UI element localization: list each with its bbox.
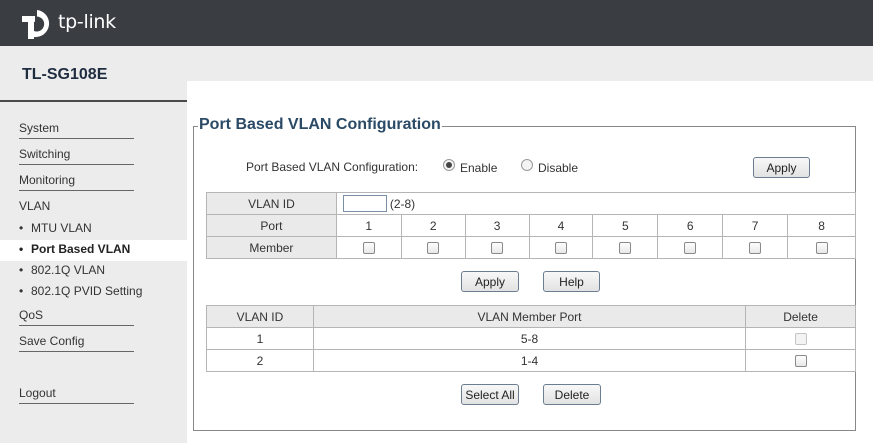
port-number: 4 <box>528 214 594 237</box>
sidebar-item-system[interactable]: System <box>19 121 134 139</box>
sidebar-subitem-label: 802.1Q VLAN <box>31 263 106 277</box>
row-member-port: 1-4 <box>312 349 747 372</box>
table-row: 2 1-4 <box>206 349 856 372</box>
section-title: Port Based VLAN Configuration <box>198 116 442 134</box>
model-divider <box>0 100 187 102</box>
vlan-id-input[interactable] <box>342 195 387 212</box>
sidebar-subitem-8021q-pvid[interactable]: • 802.1Q PVID Setting <box>19 284 142 298</box>
sidebar-subitem-label: 802.1Q PVID Setting <box>31 284 143 298</box>
tp-link-logo: tp-link <box>20 7 116 41</box>
port-number: 3 <box>464 214 530 237</box>
port-number: 6 <box>657 214 724 237</box>
port-number: 2 <box>400 214 466 237</box>
sidebar-subitem-label: Port Based VLAN <box>31 242 131 256</box>
disable-radio[interactable] <box>521 159 533 171</box>
member-checkbox-port-1[interactable] <box>362 242 375 255</box>
port-number: 7 <box>722 214 789 237</box>
member-checkbox-port-3[interactable] <box>491 242 504 255</box>
row-member-port: 5-8 <box>312 327 747 350</box>
member-checkbox-port-5[interactable] <box>619 242 632 255</box>
device-model: TL-SG108E <box>22 66 108 83</box>
enable-radio[interactable] <box>443 159 455 171</box>
member-checkbox-port-2[interactable] <box>427 242 440 255</box>
delete-button[interactable]: Delete <box>543 384 601 405</box>
port-number: 1 <box>335 214 402 237</box>
apply-button[interactable]: Apply <box>461 271 519 292</box>
sidebar-item-logout[interactable]: Logout <box>19 386 134 404</box>
sidebar-subitem-label: MTU VLAN <box>31 221 92 235</box>
apply-mode-button[interactable]: Apply <box>753 157 810 178</box>
sidebar-item-qos[interactable]: QoS <box>19 308 134 326</box>
row-vlan-id: 2 <box>206 349 314 372</box>
help-button[interactable]: Help <box>543 271 600 292</box>
member-checkbox-port-7[interactable] <box>749 242 762 255</box>
vlan-id-cell: (2-8) <box>335 192 857 215</box>
bullet: • <box>19 284 24 298</box>
sidebar-subitem-8021q-vlan[interactable]: • 802.1Q VLAN <box>19 263 105 277</box>
enable-label: Enable <box>460 161 498 175</box>
member-header: Member <box>206 236 337 259</box>
sidebar-subitem-port-based-vlan[interactable]: • Port Based VLAN <box>19 242 130 256</box>
bullet: • <box>19 221 24 235</box>
delete-checkbox[interactable] <box>794 355 807 368</box>
tp-link-logo-icon <box>22 10 50 39</box>
port-header: Port <box>206 214 337 237</box>
disable-label: Disable <box>538 161 579 175</box>
delete-column-header: Delete <box>745 305 856 328</box>
top-bar: tp-link <box>0 0 873 46</box>
port-number: 8 <box>787 214 856 237</box>
port-number: 5 <box>592 214 659 237</box>
vlan-id-range-hint: (2-8) <box>389 196 416 211</box>
vlan-id-header: VLAN ID <box>206 192 337 215</box>
sidebar-item-save-config[interactable]: Save Config <box>19 334 134 352</box>
table-row: 1 5-8 <box>206 327 856 350</box>
bullet: • <box>19 242 24 256</box>
main-panel: Port Based VLAN Configuration Port Based… <box>187 81 873 443</box>
config-mode-label: Port Based VLAN Configuration: <box>246 160 419 174</box>
sidebar: TL-SG108E System Switching Monitoring VL… <box>0 46 187 443</box>
vlan-list-table: VLAN ID VLAN Member Port Delete 1 5-8 2 … <box>206 305 856 372</box>
sidebar-subitem-mtu-vlan[interactable]: • MTU VLAN <box>19 221 92 235</box>
vlan-id-column-header: VLAN ID <box>206 305 314 328</box>
sidebar-item-switching[interactable]: Switching <box>19 147 134 165</box>
bullet: • <box>19 263 24 277</box>
sidebar-item-vlan[interactable]: VLAN <box>19 199 134 216</box>
row-vlan-id: 1 <box>206 327 314 350</box>
member-checkbox-port-8[interactable] <box>815 242 828 255</box>
sidebar-item-monitoring[interactable]: Monitoring <box>19 173 134 191</box>
member-port-column-header: VLAN Member Port <box>312 305 747 328</box>
delete-checkbox <box>794 333 807 346</box>
vlan-config-table: VLAN ID (2-8) Port 1 2 3 4 5 6 7 8 Membe… <box>206 192 857 259</box>
member-checkbox-port-6[interactable] <box>684 242 697 255</box>
select-all-button[interactable]: Select All <box>461 384 519 405</box>
logo-text: tp-link <box>58 11 116 33</box>
member-checkbox-port-4[interactable] <box>554 242 567 255</box>
